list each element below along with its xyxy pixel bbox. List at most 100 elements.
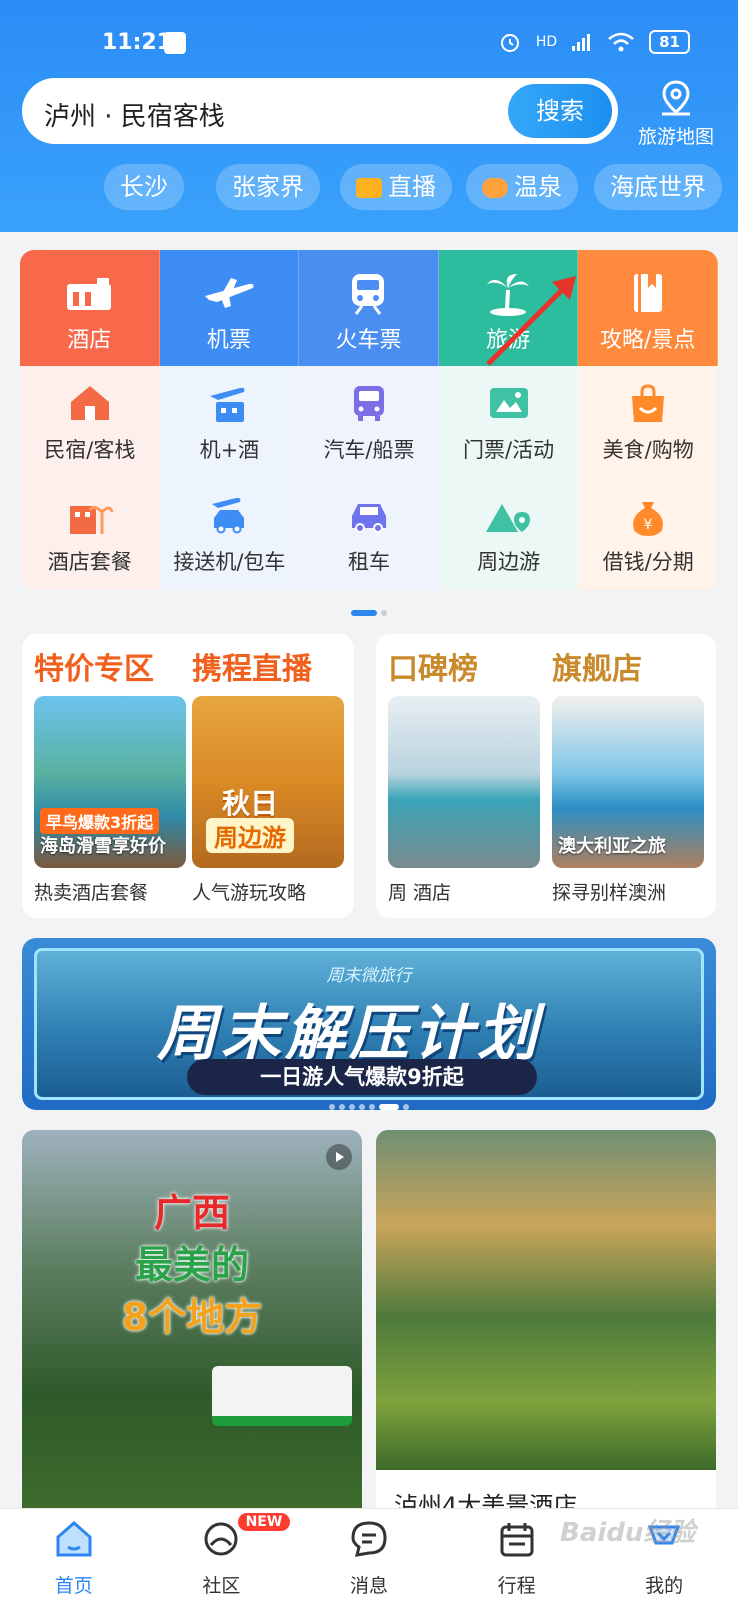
banner-subtitle: 周末微旅行 [326, 966, 412, 986]
hotel-icon [67, 278, 112, 310]
new-badge: NEW [237, 1513, 291, 1531]
grid-loans-label: 借钱/分期 [602, 550, 694, 574]
chip-hotspring[interactable]: 温泉 [466, 164, 578, 210]
message-icon [351, 1521, 387, 1557]
signal-icon [572, 34, 591, 51]
promo-heading-deals[interactable]: 特价专区 [34, 644, 154, 688]
grid-flights[interactable]: 机票 [159, 250, 300, 366]
search-button[interactable]: 搜索 [508, 84, 612, 138]
service-row-2: 酒店套餐 接送机/包车 租车 周边游 ¥ 借钱/分期 [20, 478, 718, 590]
status-right: HD 81 [498, 30, 690, 54]
shopping-bag-icon [632, 384, 665, 422]
search-input[interactable]: 泸州 · 民宿客栈 [44, 96, 225, 133]
grid-homestay[interactable]: 民宿/客栈 [20, 366, 160, 478]
annotation-arrow [486, 276, 576, 366]
grid-tickets-label: 门票/活动 [463, 438, 555, 462]
promo-tile2-overlay2: 周边游 [206, 818, 294, 853]
community-icon [204, 1522, 238, 1556]
promo-card-right: 口碑榜 旗舰店 澳大利亚之旅 周 酒店 探寻别样澳洲 [376, 634, 716, 918]
banner-page-indicator [22, 1096, 716, 1110]
grid-airport-transfer[interactable]: 接送机/包车 [159, 478, 300, 590]
travel-map-label: 旅游地图 [637, 126, 714, 148]
plane-icon [204, 278, 254, 308]
sightseeing-train-image [212, 1366, 352, 1426]
grid-loans[interactable]: ¥ 借钱/分期 [578, 478, 718, 590]
grid-train[interactable]: 火车票 [299, 250, 439, 366]
battery-indicator: 81 [649, 30, 690, 54]
grid-hotel[interactable]: 酒店 [20, 250, 160, 366]
page-dot [381, 609, 387, 616]
service-row-1: 民宿/客栈 机+酒 汽车/船票 门票/活动 美食/购物 [20, 366, 718, 478]
ticket-icon [489, 388, 528, 418]
promo-tile-australia[interactable]: 澳大利亚之旅 [552, 696, 704, 868]
travel-map-button[interactable]: 旅游地图 [630, 78, 722, 148]
car-transfer-icon [212, 497, 245, 534]
chip-aquarium[interactable]: 海底世界 [594, 164, 722, 210]
grid-flights-label: 机票 [206, 328, 251, 353]
grid-guides[interactable]: 攻略/景点 [578, 250, 718, 366]
weekend-banner[interactable]: 周末微旅行 周末解压计划 一日游人气爆款9折起 [22, 938, 716, 1110]
grid-nearby-travel[interactable]: 周边游 [438, 478, 579, 590]
home-icon [56, 1521, 92, 1557]
feed-left-line3: 8个地方 [121, 1295, 263, 1339]
grid-flight-hotel[interactable]: 机+酒 [159, 366, 300, 478]
chip-live[interactable]: 直播 [340, 164, 452, 210]
grid-airport-transfer-label: 接送机/包车 [173, 550, 286, 574]
feed-card-guangxi[interactable]: 广西 最美的 8个地方 [22, 1130, 362, 1510]
hot-spring-icon [482, 178, 508, 198]
chip-zhangjiajie[interactable]: 张家界 [216, 164, 320, 210]
grid-tickets[interactable]: 门票/活动 [438, 366, 579, 478]
tab-home-label: 首页 [54, 1575, 93, 1597]
tab-messages[interactable]: 消息 [295, 1509, 443, 1600]
feed-left-line1: 广西 [153, 1191, 230, 1235]
promo-tile-autumn[interactable]: 秋日 周边游 [192, 696, 344, 868]
alarm-icon [500, 34, 519, 52]
wifi-icon [608, 32, 634, 52]
hotel-package-icon [69, 505, 114, 534]
promo-card-left: 特价专区 携程直播 早鸟爆款3折起 海岛滑雪享好价 秋日 周边游 热卖酒店套餐 … [22, 634, 354, 918]
service-top-row: 酒店 机票 火车票 旅游 攻略/景点 [20, 250, 718, 366]
train-icon [352, 274, 385, 315]
grid-guides-label: 攻略/景点 [599, 328, 696, 353]
promo-heading-flagship[interactable]: 旗舰店 [552, 644, 642, 688]
promo-tile2-caption: 人气游玩攻略 [192, 882, 307, 904]
grid-hotel-package[interactable]: 酒店套餐 [20, 478, 160, 590]
chip-changsha[interactable]: 长沙 [104, 164, 184, 210]
house-icon [70, 386, 109, 420]
banner-frame: 周末微旅行 周末解压计划 一日游人气爆款9折起 [34, 948, 704, 1100]
promo-tile1-overlay: 海岛滑雪享好价 [40, 836, 166, 857]
grid-page-indicator [0, 602, 738, 621]
feed-card-luzhou[interactable]: 泸州4大美景酒店 [376, 1130, 716, 1510]
grid-food-shopping-label: 美食/购物 [602, 438, 694, 462]
guidebook-icon [633, 274, 662, 312]
app-notification-icon [164, 32, 186, 54]
tab-messages-label: 消息 [349, 1575, 388, 1597]
grid-flight-hotel-label: 机+酒 [199, 438, 260, 462]
grid-train-label: 火车票 [335, 328, 402, 353]
baidu-watermark: Baidu经验 [560, 1518, 696, 1548]
status-bar: 11:21 HD 81 [0, 28, 738, 64]
header: 11:21 HD 81 泸州 · 民宿客栈 搜索 旅游地图 长沙 张家界 直播 … [0, 0, 738, 232]
promo-tile1-caption: 热卖酒店套餐 [34, 882, 149, 904]
map-pin-icon [662, 80, 690, 116]
car-rental-icon [351, 504, 386, 533]
promo-heading-ranking[interactable]: 口碑榜 [388, 644, 478, 688]
grid-food-shopping[interactable]: 美食/购物 [578, 366, 718, 478]
banner-pill: 一日游人气爆款9折起 [187, 1059, 537, 1095]
tab-home[interactable]: 首页 [0, 1509, 148, 1600]
grid-nearby-travel-label: 周边游 [477, 550, 541, 574]
promo-tile4-overlay: 澳大利亚之旅 [558, 836, 666, 857]
search-bar[interactable]: 泸州 · 民宿客栈 搜索 [22, 78, 618, 144]
grid-car-rental[interactable]: 租车 [299, 478, 439, 590]
money-bag-icon: ¥ [633, 502, 664, 536]
status-time: 11:21 [102, 30, 173, 55]
promo-tile2-overlay1: 秋日 [222, 787, 279, 820]
grid-bus-ferry[interactable]: 汽车/船票 [299, 366, 439, 478]
promo-tag-early-bird: 早鸟爆款3折起 [40, 808, 160, 834]
grid-bus-ferry-label: 汽车/船票 [323, 438, 415, 462]
feed-left-line2: 最美的 [134, 1243, 249, 1287]
promo-tile-ranking-hotel[interactable] [388, 696, 540, 868]
promo-heading-live[interactable]: 携程直播 [192, 644, 312, 688]
tab-community[interactable]: NEW 社区 [148, 1509, 296, 1600]
promo-tile-hotel-package[interactable]: 早鸟爆款3折起 海岛滑雪享好价 [34, 696, 186, 868]
